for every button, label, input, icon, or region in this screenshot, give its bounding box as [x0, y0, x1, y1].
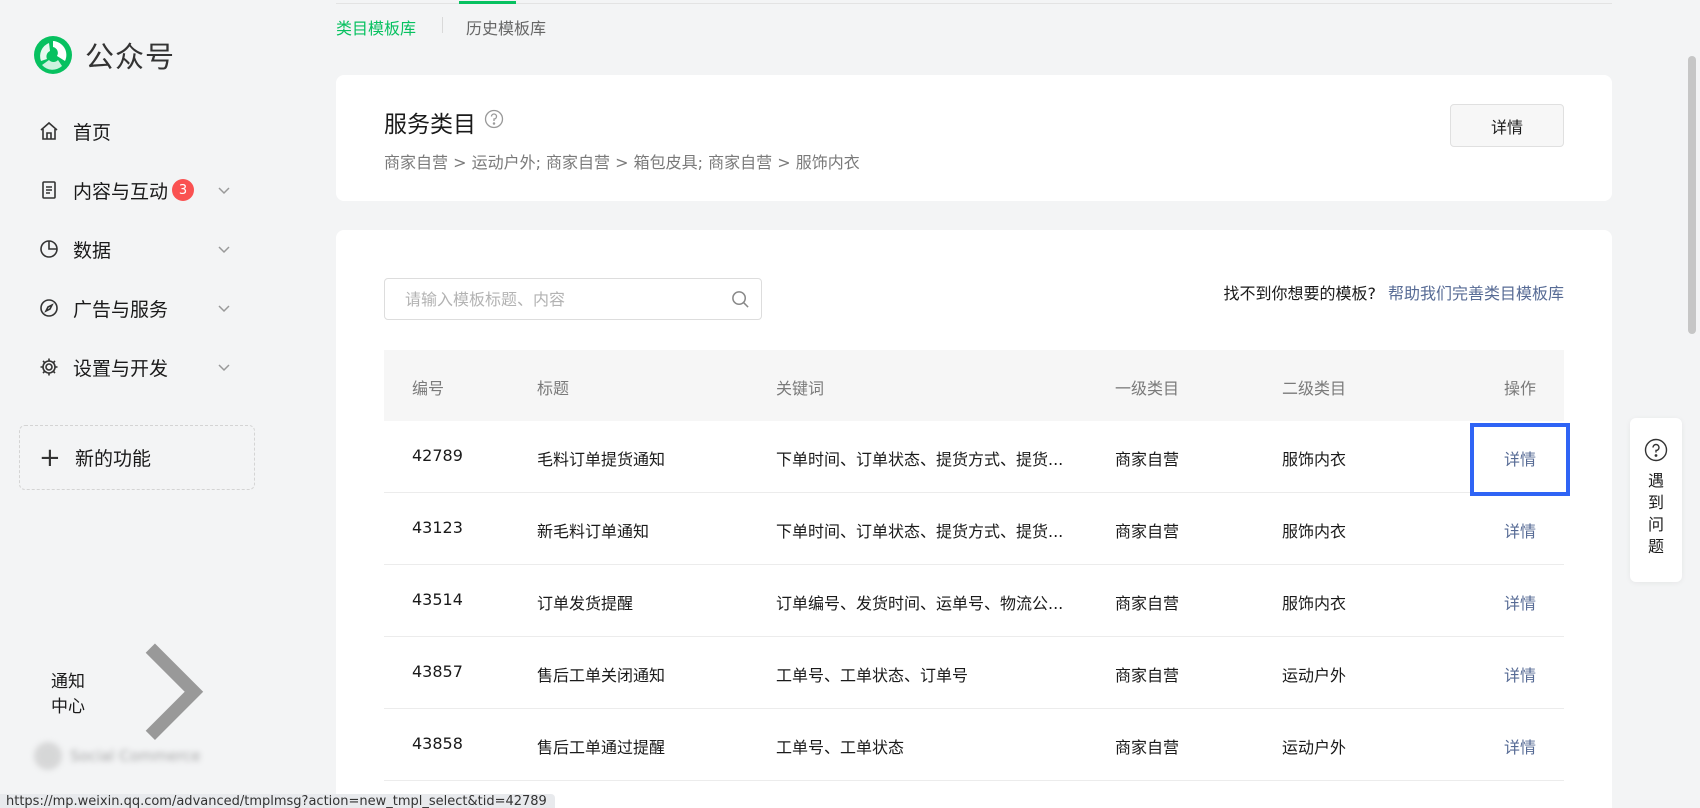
cell-category1: 商家自营	[1115, 666, 1180, 685]
tabs-divider	[336, 3, 1612, 4]
sidebar-item-data[interactable]: 数据	[38, 229, 238, 269]
account-switcher[interactable]: Social Commerce	[34, 738, 244, 774]
search-icon[interactable]	[731, 290, 750, 309]
cell-keywords: 下单时间、订单状态、提货方式、提货...	[776, 450, 1064, 469]
cell-id: 43514	[412, 590, 463, 609]
cell-title: 毛料订单提货通知	[537, 450, 666, 469]
row-detail-link[interactable]: 详情	[1504, 662, 1536, 686]
cell-category1: 商家自营	[1115, 594, 1180, 613]
sidebar-item-ads[interactable]: 广告与服务	[38, 288, 238, 328]
template-list-card: 找不到你想要的模板? 帮助我们完善类目模板库 编号 标题 关键词 一级类目 二级类…	[336, 230, 1612, 808]
plus-icon: +	[39, 442, 61, 473]
status-url-bar: https://mp.weixin.qq.com/advanced/tmplms…	[0, 794, 555, 808]
column-header-category2: 二级类目	[1282, 379, 1347, 398]
row-detail-link[interactable]: 详情	[1504, 590, 1536, 614]
account-name: Social Commerce	[70, 747, 201, 765]
search-input[interactable]	[405, 279, 725, 319]
pie-chart-icon	[38, 238, 60, 260]
tab-history-templates[interactable]: 历史模板库	[466, 15, 546, 39]
cell-category2: 运动户外	[1282, 666, 1347, 685]
brand-logo[interactable]: 公众号	[32, 34, 175, 76]
avatar	[34, 742, 62, 770]
column-header-category1: 一级类目	[1115, 379, 1180, 398]
row-detail-link[interactable]: 详情	[1504, 446, 1536, 470]
cell-category2: 服饰内衣	[1282, 522, 1347, 541]
cell-keywords: 工单号、工单状态、订单号	[776, 666, 969, 685]
missing-template-hint: 找不到你想要的模板? 帮助我们完善类目模板库	[1223, 280, 1564, 304]
cell-keywords: 工单号、工单状态	[776, 738, 905, 757]
cell-category2: 运动户外	[1282, 738, 1347, 757]
new-feature-button[interactable]: + 新的功能	[19, 425, 255, 490]
chevron-down-icon[interactable]	[216, 359, 232, 375]
tab-category-templates[interactable]: 类目模板库	[336, 15, 416, 39]
help-circle-icon[interactable]	[484, 109, 504, 129]
table-row: 42789 毛料订单提货通知 下单时间、订单状态、提货方式、提货... 商家自营…	[384, 421, 1564, 493]
row-detail-link[interactable]: 详情	[1504, 518, 1536, 542]
sidebar-item-notifications[interactable]: 通知中心	[38, 643, 238, 741]
new-feature-label: 新的功能	[75, 448, 152, 470]
help-widget[interactable]: 遇到问题	[1630, 418, 1682, 582]
tab-separator	[442, 17, 443, 33]
improve-library-link[interactable]: 帮助我们完善类目模板库	[1388, 284, 1564, 303]
cell-category1: 商家自营	[1115, 522, 1180, 541]
cell-category2: 服饰内衣	[1282, 594, 1347, 613]
wechat-mp-logo-icon	[34, 36, 72, 74]
gear-icon	[38, 356, 60, 378]
notification-badge: 3	[172, 179, 195, 201]
column-header-id: 编号	[412, 379, 445, 398]
cell-title: 订单发货提醒	[537, 594, 634, 613]
table-header: 编号 标题 关键词 一级类目 二级类目 操作	[384, 350, 1564, 421]
row-detail-link[interactable]: 详情	[1504, 734, 1536, 758]
table-row: 43123 新毛料订单通知 下单时间、订单状态、提货方式、提货... 商家自营 …	[384, 493, 1564, 565]
cell-title: 售后工单关闭通知	[537, 666, 666, 685]
chevron-down-icon[interactable]	[216, 182, 232, 198]
help-widget-label: 遇到问题	[1647, 471, 1664, 556]
sidebar-item-label: 首页	[73, 121, 112, 144]
sidebar-item-label: 广告与服务	[73, 298, 169, 321]
cell-category1: 商家自营	[1115, 738, 1180, 757]
service-category-card: 服务类目 商家自营 > 运动户外; 商家自营 > 箱包皮具; 商家自营 > 服饰…	[336, 75, 1612, 201]
sidebar-item-label: 设置与开发	[73, 357, 169, 380]
cell-keywords: 订单编号、发货时间、运单号、物流公...	[776, 594, 1064, 613]
sidebar-item-label: 通知中心	[51, 672, 85, 717]
tab-active-indicator	[459, 1, 516, 4]
search-box[interactable]	[384, 278, 762, 320]
template-table: 编号 标题 关键词 一级类目 二级类目 操作 42789 毛料订单提货通知 下单…	[384, 350, 1564, 781]
cell-id: 43858	[412, 734, 463, 753]
compass-icon	[38, 297, 60, 319]
cell-id: 43857	[412, 662, 463, 681]
column-header-keywords: 关键词	[776, 379, 825, 398]
cell-title: 售后工单通过提醒	[537, 738, 666, 757]
chevron-down-icon[interactable]	[216, 241, 232, 257]
cell-id: 42789	[412, 446, 463, 465]
chevron-down-icon[interactable]	[216, 300, 232, 316]
cell-id: 43123	[412, 518, 463, 537]
service-category-list: 商家自营 > 运动户外; 商家自营 > 箱包皮具; 商家自营 > 服饰内衣	[384, 153, 860, 172]
table-row: 43514 订单发货提醒 订单编号、发货时间、运单号、物流公... 商家自营 服…	[384, 565, 1564, 637]
sidebar-item-home[interactable]: 首页	[38, 111, 238, 151]
sidebar-item-settings[interactable]: 设置与开发	[38, 347, 238, 387]
hint-text: 找不到你想要的模板?	[1223, 284, 1376, 303]
column-header-action: 操作	[1503, 379, 1536, 398]
scrollbar-thumb[interactable]	[1688, 56, 1696, 334]
sidebar-item-content[interactable]: 内容与互动 3	[38, 170, 238, 210]
sidebar-item-label: 内容与互动	[73, 180, 169, 203]
service-detail-button[interactable]: 详情	[1450, 104, 1564, 147]
table-row: 43858 售后工单通过提醒 工单号、工单状态 商家自营 运动户外 详情	[384, 709, 1564, 781]
cell-title: 新毛料订单通知	[537, 522, 650, 541]
service-category-title: 服务类目	[384, 112, 476, 138]
home-icon	[38, 120, 60, 142]
question-circle-icon	[1644, 438, 1668, 462]
brand-name: 公众号	[85, 40, 176, 74]
sidebar: 公众号 首页 内容与互动 3 数据 广告与服务 设置与开发 + 新的功能 通知中…	[0, 0, 276, 808]
cell-category1: 商家自营	[1115, 450, 1180, 469]
cell-keywords: 下单时间、订单状态、提货方式、提货...	[776, 522, 1064, 541]
table-row: 43857 售后工单关闭通知 工单号、工单状态、订单号 商家自营 运动户外 详情	[384, 637, 1564, 709]
sidebar-item-label: 数据	[73, 239, 112, 262]
column-header-title: 标题	[537, 379, 570, 398]
document-icon	[38, 179, 60, 201]
cell-category2: 服饰内衣	[1282, 450, 1347, 469]
